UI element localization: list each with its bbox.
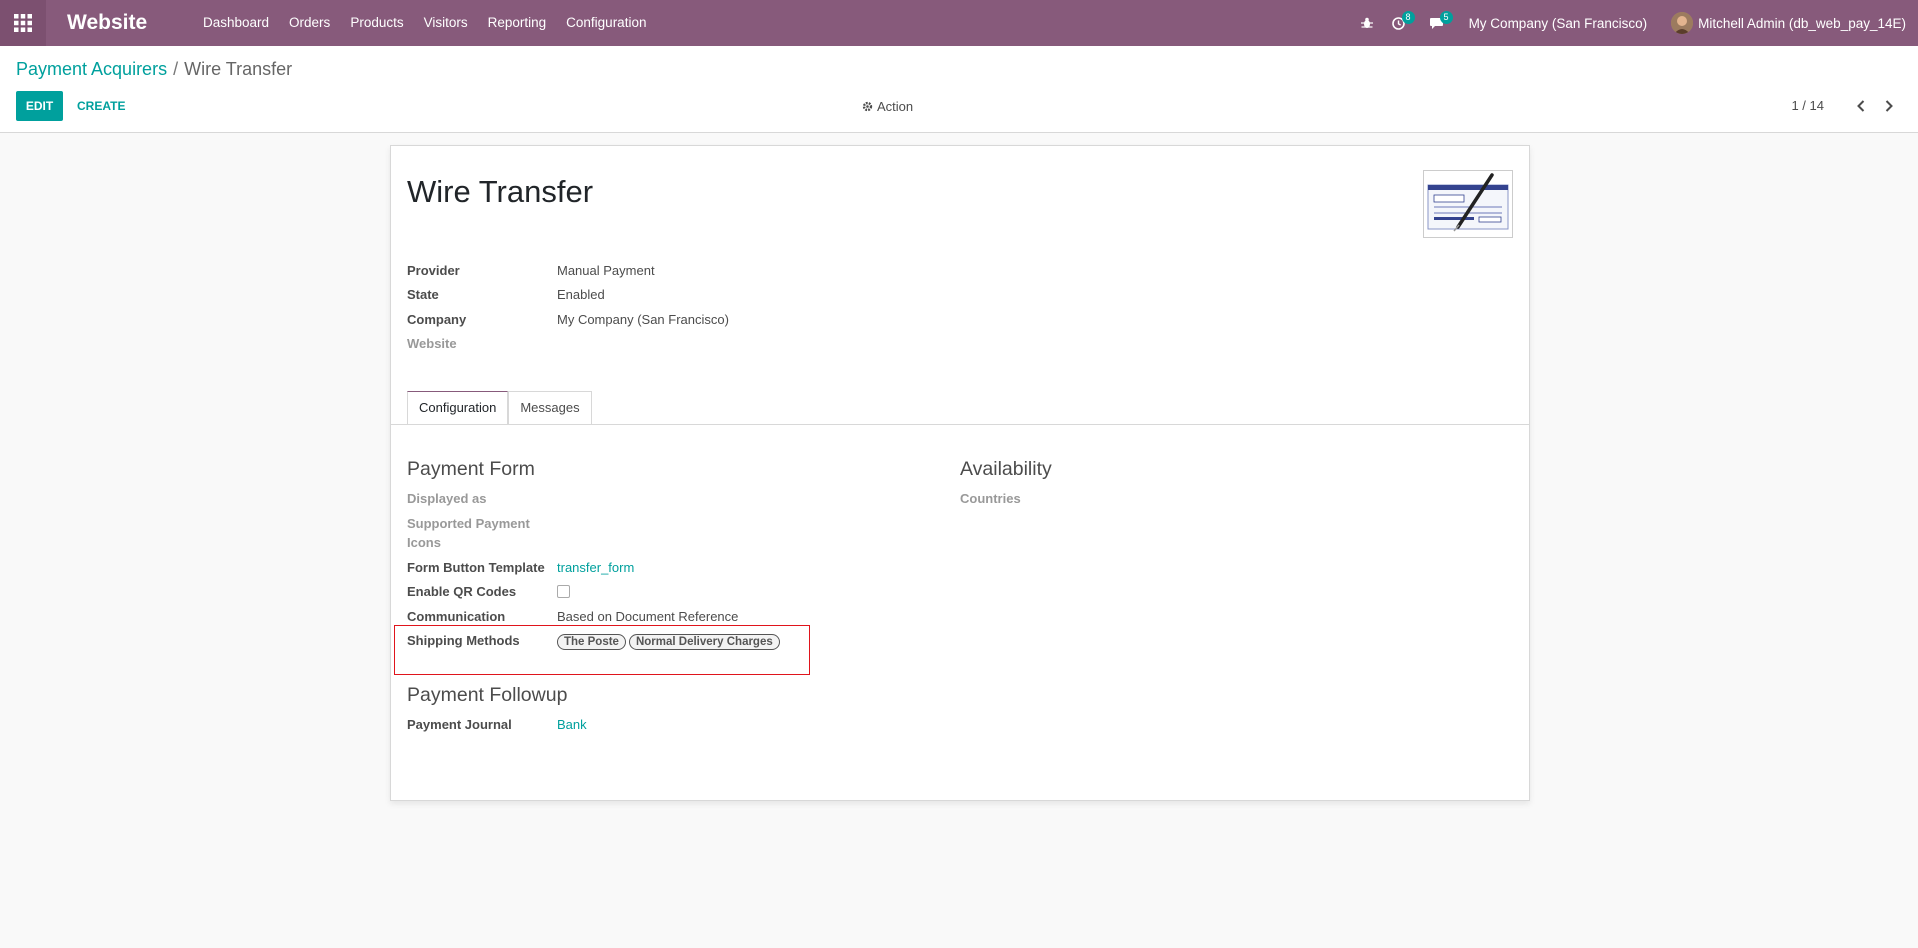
form-button-template-label: Form Button Template xyxy=(407,560,545,575)
notebook-tabs: Configuration Messages xyxy=(407,391,592,424)
payment-journal-label: Payment Journal xyxy=(407,717,512,732)
state-label: State xyxy=(407,287,439,302)
user-name: Mitchell Admin (db_web_pay_14E) xyxy=(1698,15,1906,31)
action-label: Action xyxy=(877,99,914,114)
acquirer-logo-image[interactable] xyxy=(1423,170,1513,238)
communication-label: Communication xyxy=(407,609,506,624)
control-panel: Payment Acquirers / Wire Transfer EDIT CRE… xyxy=(0,46,1918,133)
breadcrumb-separator: / xyxy=(173,59,179,79)
enable-qr-label: Enable QR Codes xyxy=(407,584,517,599)
menu-visitors[interactable]: Visitors xyxy=(414,0,478,46)
supported-icons-label-line1: Supported Payment xyxy=(407,516,530,531)
payment-journal-link[interactable]: Bank xyxy=(557,717,587,732)
activities-clock-icon[interactable]: 8 xyxy=(1383,0,1415,46)
pager-value[interactable]: 1 / 14 xyxy=(1791,98,1824,113)
breadcrumb: Payment Acquirers / Wire Transfer xyxy=(16,59,292,80)
pager-previous-button[interactable] xyxy=(1850,96,1872,116)
menu-dashboard[interactable]: Dashboard xyxy=(193,0,279,46)
communication-value: Based on Document Reference xyxy=(557,609,739,624)
company-switcher[interactable]: My Company (San Francisco) xyxy=(1469,16,1648,31)
shipping-methods-field: Shipping Methods The Poste Normal Deliver… xyxy=(407,633,783,650)
tabs-divider xyxy=(391,424,1529,425)
app-brand[interactable]: Website xyxy=(67,11,193,35)
provider-value: Manual Payment xyxy=(557,263,655,278)
shipping-tag-the-poste[interactable]: The Poste xyxy=(557,634,626,650)
action-menu[interactable]: Action xyxy=(862,99,913,114)
supported-icons-label-line2: Icons xyxy=(407,535,441,550)
supported-icons-field: Supported Payment Icons xyxy=(407,516,557,550)
form-button-template-field: Form Button Template transfer_form xyxy=(407,560,634,575)
chevron-right-icon xyxy=(1885,100,1893,112)
navbar-systray: 8 5 My Company (San Francisco) Mitchell … xyxy=(1351,0,1918,46)
shipping-methods-tags: The Poste Normal Delivery Charges xyxy=(557,633,783,650)
menu-configuration[interactable]: Configuration xyxy=(556,0,656,46)
user-menu[interactable]: Mitchell Admin (db_web_pay_14E) xyxy=(1671,12,1906,34)
gear-icon xyxy=(862,101,873,112)
provider-field: Provider Manual Payment xyxy=(407,263,655,278)
tab-configuration[interactable]: Configuration xyxy=(407,391,509,424)
menu-reporting[interactable]: Reporting xyxy=(478,0,557,46)
form-button-template-link[interactable]: transfer_form xyxy=(557,560,634,575)
availability-title: Availability xyxy=(960,458,1052,480)
record-title: Wire Transfer xyxy=(407,174,594,209)
debug-bug-icon[interactable] xyxy=(1351,0,1383,46)
breadcrumb-current: Wire Transfer xyxy=(184,59,293,79)
edit-button[interactable]: EDIT xyxy=(16,91,63,121)
company-label: Company xyxy=(407,312,467,327)
website-field: Website xyxy=(407,336,557,351)
main-menu: Dashboard Orders Products Visitors Repor… xyxy=(193,0,656,46)
create-button[interactable]: CREATE xyxy=(77,91,125,121)
pager-next-button[interactable] xyxy=(1878,96,1900,116)
displayed-as-field: Displayed as xyxy=(407,491,557,506)
shipping-methods-label: Shipping Methods xyxy=(407,633,520,648)
displayed-as-label: Displayed as xyxy=(407,491,487,506)
payment-journal-field: Payment Journal Bank xyxy=(407,717,587,732)
provider-label: Provider xyxy=(407,263,460,278)
enable-qr-field: Enable QR Codes xyxy=(407,584,570,599)
top-navbar: Website Dashboard Orders Products Visito… xyxy=(0,0,1918,46)
apps-menu-icon[interactable] xyxy=(0,0,46,46)
company-value: My Company (San Francisco) xyxy=(557,312,729,327)
chevron-left-icon xyxy=(1857,100,1865,112)
communication-field: Communication Based on Document Referenc… xyxy=(407,609,738,624)
avatar xyxy=(1671,12,1694,34)
state-field: State Enabled xyxy=(407,287,605,302)
messages-chat-icon[interactable]: 5 xyxy=(1421,0,1453,46)
enable-qr-checkbox[interactable] xyxy=(557,585,570,598)
breadcrumb-payment-acquirers[interactable]: Payment Acquirers xyxy=(16,59,167,79)
menu-products[interactable]: Products xyxy=(340,0,413,46)
website-label: Website xyxy=(407,336,457,351)
countries-field: Countries xyxy=(960,491,1110,506)
tab-messages[interactable]: Messages xyxy=(508,391,592,424)
messages-count-badge: 5 xyxy=(1439,11,1453,24)
state-value: Enabled xyxy=(557,287,605,302)
payment-followup-title: Payment Followup xyxy=(407,684,568,706)
company-field: Company My Company (San Francisco) xyxy=(407,312,729,327)
payment-form-title: Payment Form xyxy=(407,458,535,480)
shipping-tag-normal-delivery[interactable]: Normal Delivery Charges xyxy=(628,634,780,650)
form-sheet: Wire Transfer Provider Manual Payment St… xyxy=(390,145,1530,801)
activities-count-badge: 8 xyxy=(1401,11,1415,24)
countries-label: Countries xyxy=(960,491,1021,506)
menu-orders[interactable]: Orders xyxy=(279,0,340,46)
cheque-pen-icon xyxy=(1427,173,1509,232)
